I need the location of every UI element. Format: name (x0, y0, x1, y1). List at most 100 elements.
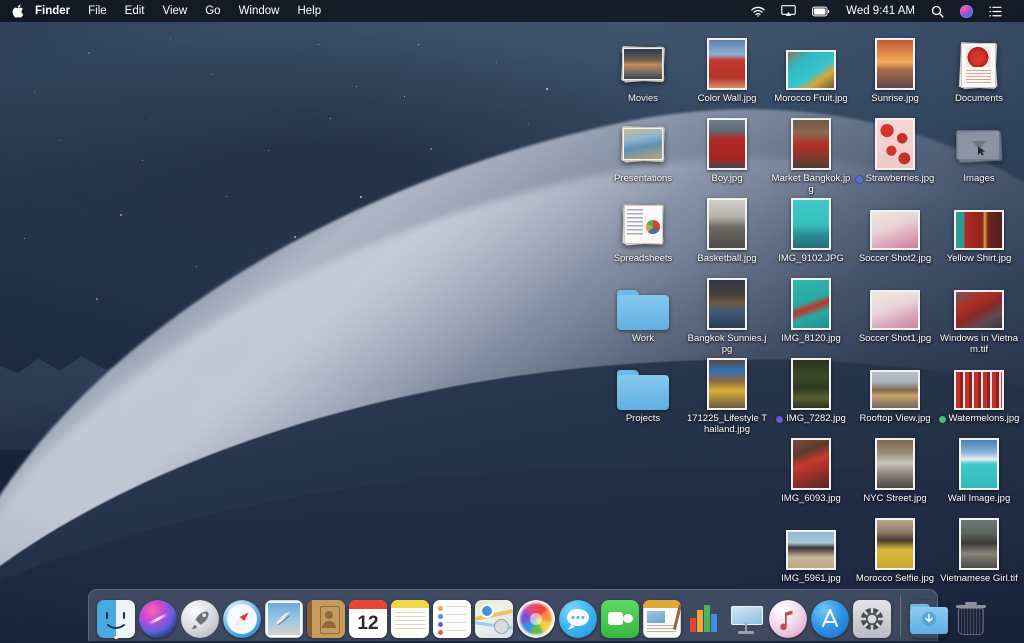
dock-item-calendar[interactable]: 12 (348, 596, 388, 638)
desktop-icon[interactable]: Yellow Shirt.jpg (937, 196, 1021, 265)
photo-thumbnail (959, 518, 999, 570)
airplay-display-icon[interactable] (773, 0, 804, 22)
photo-thumbnail (954, 210, 1004, 250)
desktop-icon-label-row: Yellow Shirt.jpg (937, 253, 1021, 265)
control-center-list-icon[interactable] (981, 0, 1010, 22)
menu-item-help[interactable]: Help (288, 0, 330, 22)
desktop-icon-thumbnail (853, 356, 937, 410)
desktop-icon[interactable]: Bangkok Sunnies.jpg (685, 276, 769, 355)
dock-item-notes[interactable] (390, 596, 430, 638)
dock-item-facetime[interactable] (600, 596, 640, 638)
menu-app-name[interactable]: Finder (35, 0, 79, 22)
desktop-icon-label: Basketball.jpg (697, 253, 757, 264)
dock-item-itunes[interactable] (768, 596, 808, 638)
desktop-icon[interactable]: Windows in Vietnam.tif (937, 276, 1021, 355)
desktop-icon-thumbnail (853, 116, 937, 170)
facetime-video-icon (601, 600, 639, 638)
desktop-icon-label-row: IMG_6093.jpg (769, 493, 853, 505)
desktop-icon-label: NYC Street.jpg (863, 493, 927, 504)
desktop-icon[interactable]: Watermelons.jpg (937, 356, 1021, 425)
desktop-icon[interactable]: Morocco Selfie.jpg (853, 516, 937, 585)
photo-thumbnail (870, 370, 920, 410)
desktop-icon[interactable]: Projects (601, 356, 685, 425)
dock-item-finder[interactable] (96, 596, 136, 639)
desktop-icon[interactable]: Color Wall.jpg (685, 36, 769, 105)
dock-item-reminders[interactable] (432, 596, 472, 638)
dock-item-keynote[interactable] (726, 596, 766, 638)
desktop-icon-thumbnail (601, 116, 685, 170)
desktop-icon-label-row: Soccer Shot1.jpg (853, 333, 937, 345)
desktop-icon-label-row: Projects (601, 413, 685, 425)
desktop-icon[interactable]: Vietnamese Girl.tif (937, 516, 1021, 585)
photo-thumbnail (875, 118, 915, 170)
desktop-icon-thumbnail (769, 36, 853, 90)
dock-item-maps[interactable] (474, 596, 514, 638)
desktop-icon[interactable]: IMG_7282.jpg (769, 356, 853, 425)
desktop-icon[interactable]: IMG_9102.JPG (769, 196, 853, 265)
dock-item-pages[interactable] (642, 596, 682, 638)
dock-item-app-store[interactable] (810, 596, 850, 638)
desktop-icon[interactable]: Movies (601, 36, 685, 105)
menu-item-edit[interactable]: Edit (116, 0, 154, 22)
desktop-icon[interactable]: Sunrise.jpg (853, 36, 937, 105)
menu-bar-clock[interactable]: Wed 9:41 AM (838, 5, 923, 17)
desktop-icon-label-row: IMG_7282.jpg (769, 413, 853, 425)
desktop-icon[interactable]: Morocco Fruit.jpg (769, 36, 853, 105)
menu-item-go[interactable]: Go (196, 0, 229, 22)
dock-item-messages[interactable] (558, 596, 598, 638)
desktop-icon[interactable]: Market Bangkok.jpg (769, 116, 853, 195)
spotlight-search-icon[interactable] (923, 0, 952, 22)
desktop-icon-label: Morocco Selfie.jpg (855, 573, 935, 584)
menu-bar: Finder File Edit View Go Window Help Wed… (0, 0, 1024, 22)
menu-item-file[interactable]: File (79, 0, 116, 22)
desktop-icon[interactable]: Soccer Shot2.jpg (853, 196, 937, 265)
desktop-icon[interactable]: Presentations (601, 116, 685, 185)
desktop-icon-thumbnail (937, 116, 1021, 170)
desktop-icon-label: IMG_8120.jpg (781, 333, 841, 344)
dock-item-photos[interactable] (516, 596, 556, 638)
siri-icon[interactable] (952, 0, 981, 22)
dock-item-mail[interactable] (264, 596, 304, 638)
desktop-icon-label-row: Watermelons.jpg (937, 413, 1021, 425)
desktop-icon-label: Presentations (613, 173, 673, 184)
wifi-icon[interactable] (743, 0, 773, 22)
dock-item-numbers[interactable] (684, 596, 724, 638)
messages-bubble-icon (559, 600, 597, 638)
desktop-icon[interactable]: Strawberries.jpg (853, 116, 937, 185)
desktop-icon-thumbnail (685, 356, 769, 410)
desktop-icon[interactable]: Boy.jpg (685, 116, 769, 185)
dock-item-safari[interactable] (222, 596, 262, 638)
desktop-icon[interactable]: IMG_8120.jpg (769, 276, 853, 345)
desktop-icon[interactable]: IMG_6093.jpg (769, 436, 853, 505)
desktop-icon[interactable]: Documents (937, 36, 1021, 105)
folder-icon (617, 290, 669, 330)
desktop-icon[interactable]: Wall Image.jpg (937, 436, 1021, 505)
desktop-icon[interactable]: Spreadsheets (601, 196, 685, 265)
system-preferences-gear-icon (853, 600, 891, 638)
desktop-icon[interactable]: Rooftop View.jpg (853, 356, 937, 425)
desktop-icon[interactable]: 171225_Lifestyle Thailand.jpg (685, 356, 769, 435)
battery-icon[interactable] (804, 0, 838, 22)
dock-item-siri[interactable] (138, 596, 178, 638)
menu-item-view[interactable]: View (154, 0, 197, 22)
dock-item-launchpad[interactable] (180, 596, 220, 638)
desktop-icon[interactable]: Work (601, 276, 685, 345)
desktop-icon-thumbnail (769, 436, 853, 490)
desktop-icon-label: Windows in Vietnam.tif (940, 333, 1018, 355)
desktop-icon[interactable]: Images (937, 116, 1021, 185)
menu-item-window[interactable]: Window (230, 0, 289, 22)
dock-item-contacts[interactable] (306, 596, 346, 638)
desktop-icon[interactable]: IMG_5961.jpg (769, 516, 853, 585)
photo-thumbnail (707, 38, 747, 90)
desktop-icon[interactable]: Soccer Shot1.jpg (853, 276, 937, 345)
dock-item-downloads[interactable] (909, 596, 949, 638)
mail-stamp-icon (265, 600, 303, 638)
desktop-icon-thumbnail (937, 196, 1021, 250)
dock-item-system-preferences[interactable] (852, 596, 892, 638)
desktop-icon[interactable]: Basketball.jpg (685, 196, 769, 265)
desktop-icon[interactable]: NYC Street.jpg (853, 436, 937, 505)
dock-item-trash[interactable] (951, 596, 991, 638)
photo-thumbnail (875, 518, 915, 570)
desktop-icon-label-row: IMG_5961.jpg (769, 573, 853, 585)
apple-menu[interactable] (0, 4, 35, 18)
